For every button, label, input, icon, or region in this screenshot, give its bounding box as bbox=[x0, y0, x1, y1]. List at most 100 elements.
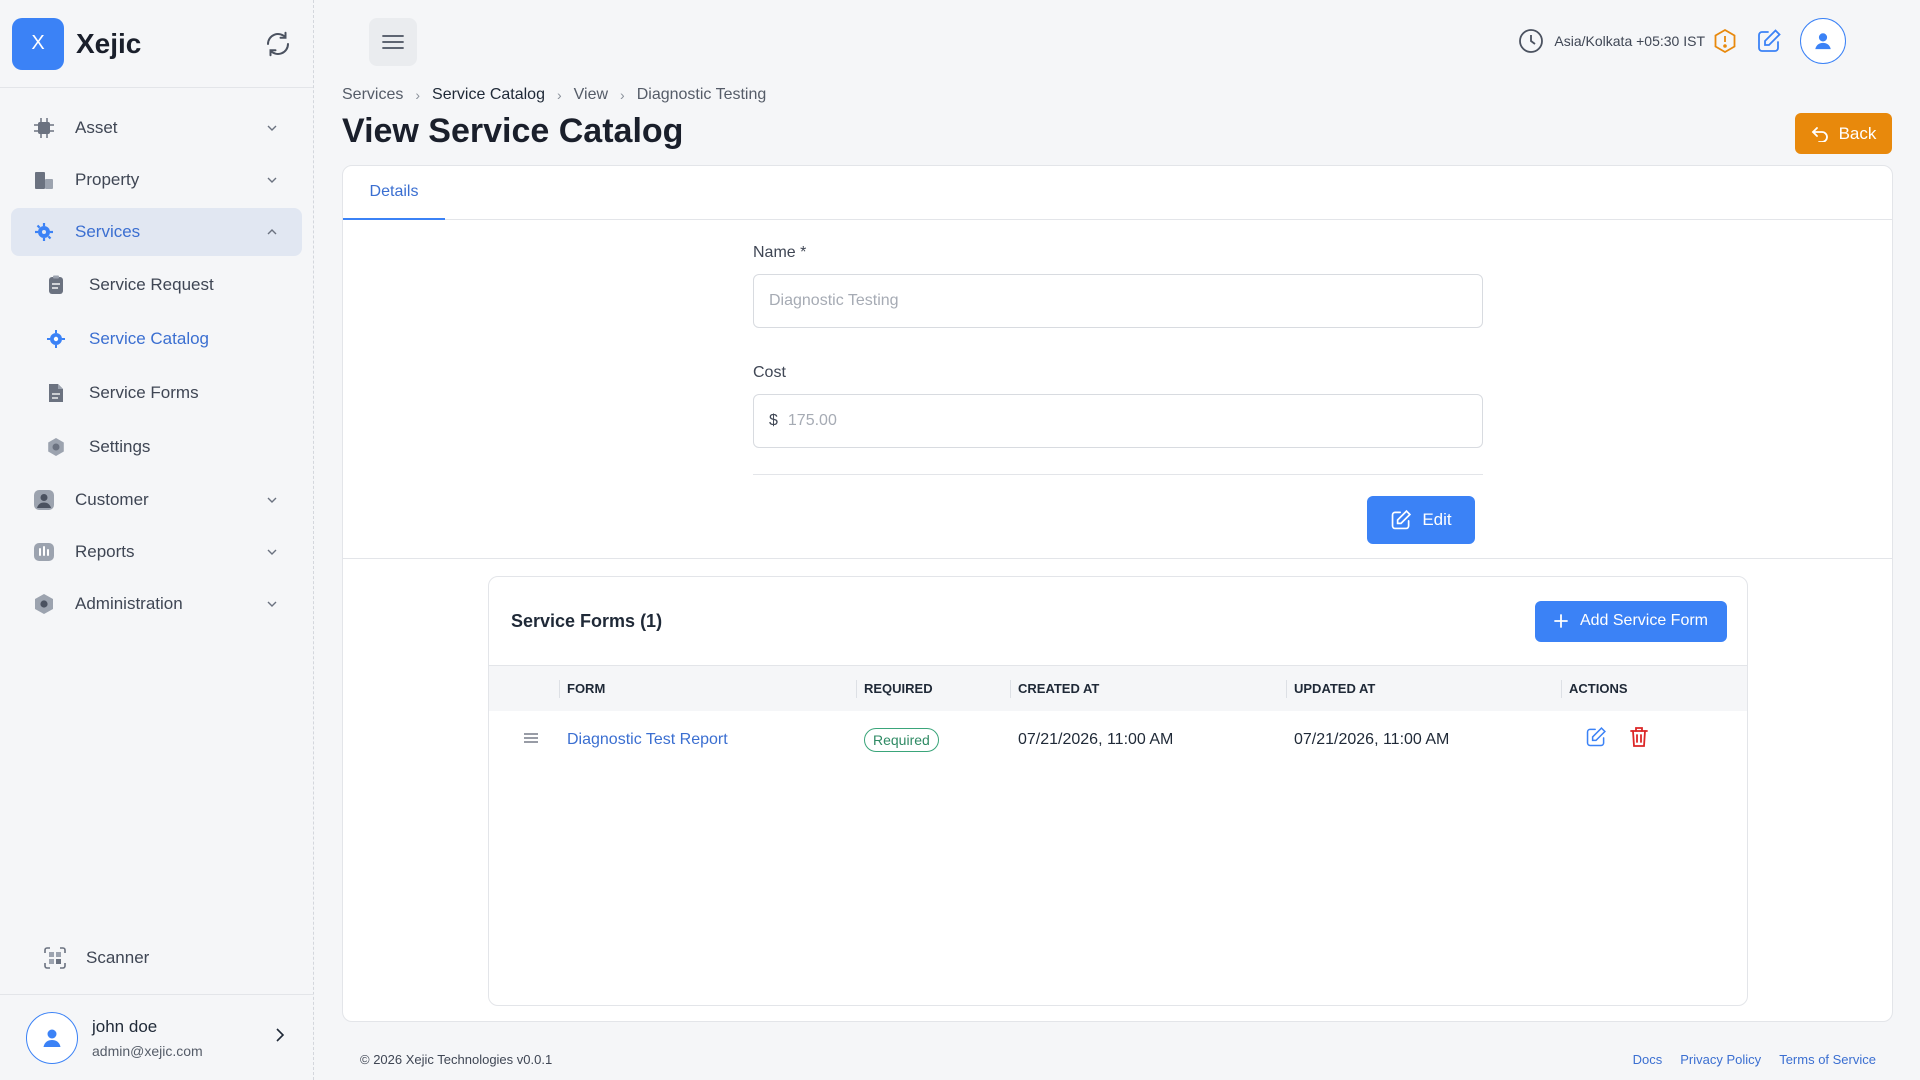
column-header-required: REQUIRED bbox=[856, 666, 1010, 711]
back-button[interactable]: Back bbox=[1795, 113, 1892, 154]
name-field[interactable]: Diagnostic Testing bbox=[753, 274, 1483, 328]
menu-toggle-button[interactable] bbox=[369, 18, 417, 66]
edit-label: Edit bbox=[1422, 510, 1452, 529]
currency-symbol: $ bbox=[769, 412, 778, 429]
column-header-created-at: CREATED AT bbox=[1010, 666, 1286, 711]
brand-header: X Xejic bbox=[0, 0, 313, 88]
column-header-label: CREATED AT bbox=[1018, 680, 1100, 696]
chevron-right-icon: › bbox=[620, 87, 625, 103]
brand-name: Xejic bbox=[76, 27, 142, 59]
timezone-label: Asia/Kolkata +05:30 IST bbox=[1554, 33, 1705, 49]
form-link[interactable]: Diagnostic Test Report bbox=[567, 731, 728, 748]
chevron-down-icon bbox=[264, 172, 280, 188]
column-header-label: FORM bbox=[567, 680, 606, 696]
breadcrumb: Services › Service Catalog › View › Diag… bbox=[342, 86, 766, 104]
sidebar-item-label: Reports bbox=[75, 542, 135, 561]
delete-icon[interactable] bbox=[1629, 726, 1649, 748]
footer-link-terms[interactable]: Terms of Service bbox=[1779, 1052, 1876, 1067]
clock-icon bbox=[1519, 29, 1544, 53]
chip-icon bbox=[33, 117, 55, 139]
sidebar-item-label: Administration bbox=[75, 594, 183, 613]
sidebar-item-administration[interactable]: Administration bbox=[11, 580, 302, 628]
column-header-label: UPDATED AT bbox=[1294, 680, 1376, 696]
edit-icon bbox=[1392, 509, 1412, 530]
required-badge: Required bbox=[864, 727, 939, 752]
chevron-right-icon[interactable] bbox=[270, 1026, 288, 1049]
sidebar: X Xejic Asset Property Services Service … bbox=[0, 0, 314, 1080]
breadcrumb-item[interactable]: View bbox=[574, 86, 608, 104]
footer-link-docs[interactable]: Docs bbox=[1633, 1052, 1663, 1067]
chevron-up-icon bbox=[264, 224, 280, 240]
sidebar-subitem-service-catalog[interactable]: Service Catalog bbox=[11, 314, 302, 364]
chevron-right-icon: › bbox=[415, 87, 421, 103]
sidebar-item-asset[interactable]: Asset bbox=[11, 104, 302, 152]
sidebar-subitem-label: Settings bbox=[89, 437, 151, 456]
chevron-down-icon bbox=[264, 544, 280, 560]
sidebar-subitem-label: Service Request bbox=[89, 275, 214, 294]
required-mark: * bbox=[800, 244, 807, 261]
chevron-down-icon bbox=[264, 596, 280, 612]
service-forms-table: FORM REQUIRED CREATED AT UPDATED AT ACTI… bbox=[489, 665, 1747, 769]
chevron-down-icon bbox=[264, 120, 280, 136]
drag-handle-icon bbox=[524, 732, 538, 743]
service-form: Name * Diagnostic Testing Cost $ 175.00 … bbox=[753, 244, 1483, 544]
form-cell: Diagnostic Test Report bbox=[559, 711, 856, 769]
user-square-icon bbox=[33, 489, 55, 511]
column-header-updated-at: UPDATED AT bbox=[1286, 666, 1561, 711]
clipboard-icon bbox=[45, 274, 67, 296]
divider bbox=[343, 558, 1892, 559]
brand-logo[interactable]: X bbox=[12, 17, 64, 70]
user-email: admin@xejic.com bbox=[92, 1042, 203, 1059]
created-at-cell: 07/21/2026, 11:00 AM bbox=[1018, 730, 1174, 748]
sidebar-item-label: Customer bbox=[75, 490, 149, 509]
chart-icon bbox=[33, 541, 55, 563]
sidebar-subitem-settings[interactable]: Settings bbox=[11, 422, 302, 472]
footer-copyright: © 2026 Xejic Technologies v0.0.1 bbox=[360, 1052, 553, 1067]
cost-value: 175.00 bbox=[787, 412, 837, 429]
breadcrumb-item[interactable]: Service Catalog bbox=[432, 86, 545, 104]
avatar[interactable] bbox=[1800, 18, 1846, 64]
edit-row-icon[interactable] bbox=[1585, 726, 1607, 748]
service-forms-header: Service Forms (1) Add Service Form bbox=[489, 577, 1747, 665]
user-icon bbox=[43, 1029, 61, 1047]
tab-details[interactable]: Details bbox=[343, 166, 445, 220]
hamburger-icon bbox=[382, 35, 404, 49]
cost-field[interactable]: $ 175.00 bbox=[753, 394, 1483, 448]
details-card: Details Name * Diagnostic Testing Cost $… bbox=[342, 165, 1893, 1022]
sidebar-item-property[interactable]: Property bbox=[11, 156, 302, 204]
column-header-label: ACTIONS bbox=[1569, 680, 1628, 696]
refresh-icon[interactable] bbox=[263, 29, 293, 59]
back-label: Back bbox=[1838, 123, 1877, 143]
breadcrumb-item[interactable]: Services bbox=[342, 86, 403, 104]
column-header-drag bbox=[489, 666, 559, 711]
chevron-right-icon: › bbox=[556, 87, 562, 103]
service-forms-title: Service Forms (1) bbox=[511, 610, 663, 631]
cog-icon bbox=[45, 436, 67, 458]
drag-handle[interactable] bbox=[489, 711, 559, 769]
add-service-form-button[interactable]: Add Service Form bbox=[1535, 600, 1727, 642]
timezone-display[interactable]: Asia/Kolkata +05:30 IST bbox=[1518, 28, 1705, 54]
footer-link-privacy[interactable]: Privacy Policy bbox=[1680, 1052, 1761, 1067]
user-info: john doe admin@xejic.com bbox=[92, 1017, 270, 1059]
sidebar-item-reports[interactable]: Reports bbox=[11, 528, 302, 576]
chevron-down-icon bbox=[264, 492, 280, 508]
required-cell: Required bbox=[856, 711, 1010, 769]
sidebar-item-services[interactable]: Services bbox=[11, 208, 302, 256]
page-title: View Service Catalog bbox=[342, 112, 684, 150]
sidebar-subitem-label: Service Catalog bbox=[89, 329, 210, 348]
footer-links: Docs Privacy Policy Terms of Service bbox=[1615, 1052, 1876, 1067]
user-profile[interactable]: john doe admin@xejic.com bbox=[0, 994, 314, 1080]
table-row: Diagnostic Test Report Required 07/21/20… bbox=[489, 711, 1747, 769]
sidebar-item-scanner[interactable]: Scanner bbox=[22, 934, 291, 982]
sidebar-item-label: Services bbox=[75, 222, 141, 241]
sidebar-subitem-service-forms[interactable]: Service Forms bbox=[11, 368, 302, 418]
warning-hexagon-icon[interactable] bbox=[1712, 28, 1738, 59]
sidebar-subitem-service-request[interactable]: Service Request bbox=[11, 260, 302, 310]
edit-button[interactable]: Edit bbox=[1367, 496, 1475, 544]
user-name: john doe bbox=[92, 1016, 158, 1036]
divider bbox=[753, 474, 1483, 475]
sidebar-item-customer[interactable]: Customer bbox=[11, 476, 302, 524]
edit-icon[interactable] bbox=[1756, 28, 1782, 59]
building-icon bbox=[33, 169, 55, 191]
updated-at-cell: 07/21/2026, 11:00 AM bbox=[1294, 730, 1450, 748]
